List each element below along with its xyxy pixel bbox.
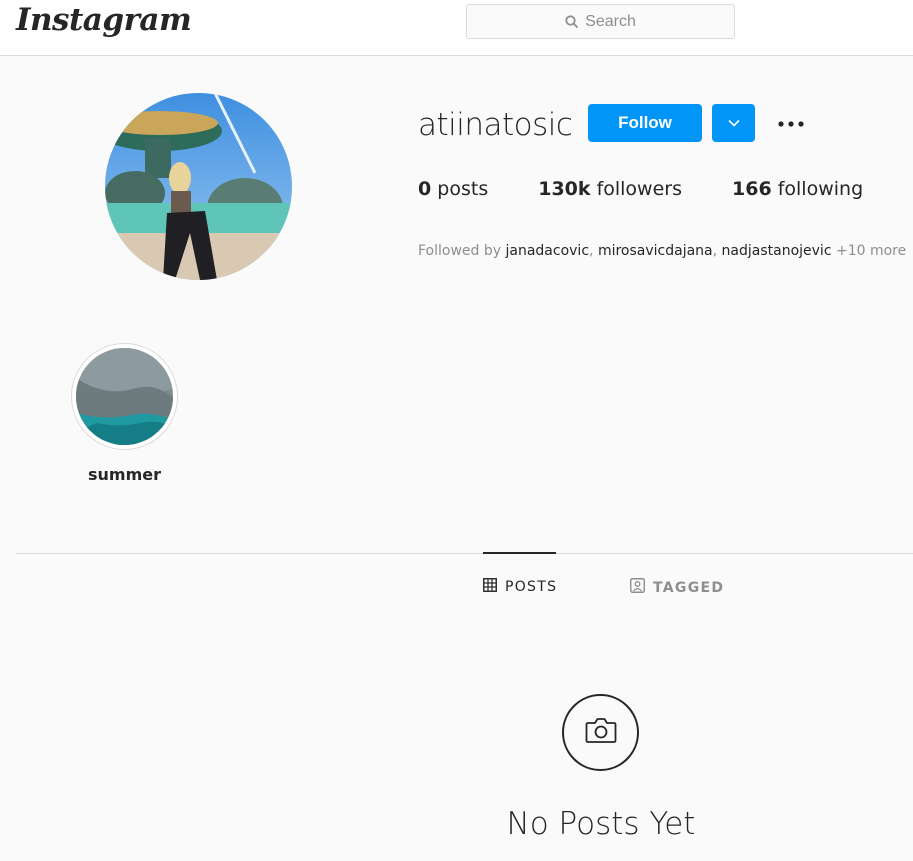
search-box[interactable]: Search <box>466 4 735 39</box>
tagged-icon <box>630 578 645 597</box>
grid-icon <box>483 578 497 596</box>
empty-state-camera <box>562 694 639 771</box>
following-label: following <box>777 178 864 200</box>
tab-tagged-label: TAGGED <box>653 579 725 596</box>
followers-count: 130k <box>538 178 591 200</box>
posts-label: posts <box>437 178 489 200</box>
tabs-divider <box>16 553 913 554</box>
tab-posts-label: POSTS <box>505 579 558 595</box>
highlight-cover <box>76 348 173 445</box>
more-horizontal-icon <box>778 114 804 132</box>
camera-icon <box>585 717 617 749</box>
chevron-down-icon <box>727 114 740 132</box>
followed-by-name[interactable]: janadacovic <box>506 243 590 259</box>
profile-username: atiinatosic <box>418 107 573 143</box>
followed-by-name[interactable]: mirosavicdajana <box>598 243 713 259</box>
tab-tagged[interactable]: TAGGED <box>630 578 724 597</box>
following-stat[interactable]: 166 following <box>732 178 863 200</box>
followers-stat[interactable]: 130k followers <box>538 178 682 200</box>
empty-state-title: No Posts Yet <box>506 806 696 842</box>
followers-label: followers <box>596 178 682 200</box>
profile-stats: 0 posts 130k followers 166 following <box>418 178 863 200</box>
top-navigation-bar: Instagram Search <box>0 0 913 56</box>
followed-by-name[interactable]: nadjastanojevic <box>722 243 832 259</box>
story-highlight[interactable] <box>71 343 178 450</box>
followed-by-prefix: Followed by <box>418 243 502 259</box>
tab-posts[interactable]: POSTS <box>483 578 557 596</box>
posts-count: 0 <box>418 178 432 200</box>
instagram-logo[interactable]: Instagram <box>16 2 192 38</box>
suggested-accounts-button[interactable] <box>712 104 755 142</box>
profile-avatar[interactable] <box>105 93 292 280</box>
follow-button[interactable]: Follow <box>588 104 702 142</box>
search-icon <box>565 15 579 28</box>
posts-stat: 0 posts <box>418 178 488 200</box>
following-count: 166 <box>732 178 772 200</box>
followed-by-more[interactable]: +10 more <box>836 243 906 259</box>
highlight-label: summer <box>88 465 161 484</box>
search-placeholder: Search <box>585 12 636 30</box>
followed-by[interactable]: Followed by janadacovic, mirosavicdajana… <box>418 243 906 259</box>
active-tab-indicator <box>483 552 556 554</box>
more-options-button[interactable] <box>771 109 811 137</box>
